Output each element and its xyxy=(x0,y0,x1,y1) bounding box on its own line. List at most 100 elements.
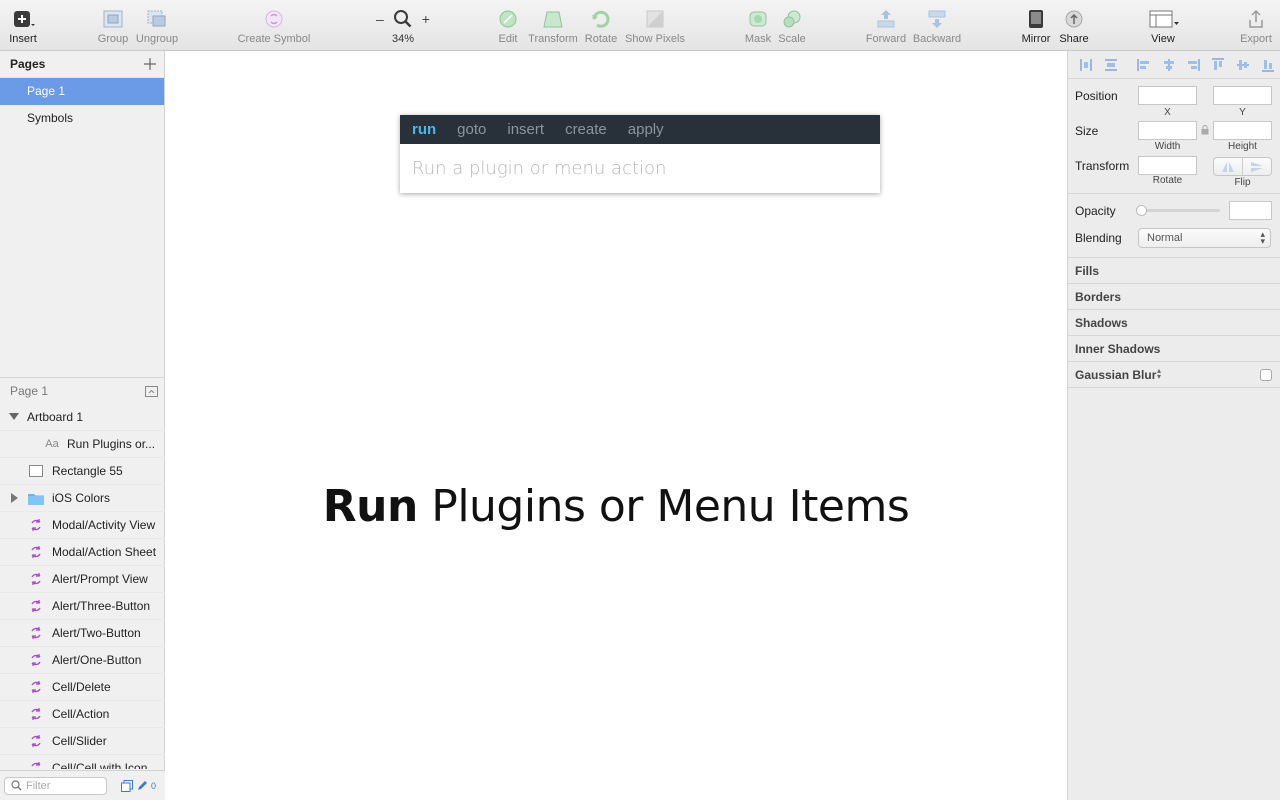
disclosure-closed-icon[interactable] xyxy=(11,493,19,503)
mask-button[interactable]: Mask xyxy=(742,6,774,48)
runner-tab-run[interactable]: run xyxy=(412,121,436,138)
create-symbol-button[interactable]: Create Symbol xyxy=(236,6,312,48)
layer-row-text[interactable]: Aa Run Plugins or... xyxy=(0,431,165,458)
flip-vertical-icon[interactable] xyxy=(1243,158,1271,175)
export-button[interactable]: Export xyxy=(1238,6,1274,48)
symbol-icon xyxy=(28,544,44,560)
zoom-out-button[interactable]: – xyxy=(376,11,384,27)
symbol-icon xyxy=(28,706,44,722)
layer-row-folder[interactable]: iOS Colors xyxy=(0,485,165,512)
filter-bar: 0 xyxy=(0,770,165,800)
opacity-slider-knob[interactable] xyxy=(1136,205,1147,216)
layer-label: Rectangle 55 xyxy=(52,464,123,478)
filter-field xyxy=(4,776,107,795)
fills-section[interactable]: Fills xyxy=(1075,264,1099,278)
ungroup-button[interactable]: Ungroup xyxy=(135,6,179,48)
transform-button[interactable]: Transform xyxy=(526,6,580,48)
page-item-symbols[interactable]: Symbols xyxy=(0,105,164,132)
layer-row-symbol[interactable]: Alert/Prompt View xyxy=(0,566,165,593)
filter-input[interactable] xyxy=(26,779,96,792)
align-middle-v-icon[interactable] xyxy=(1231,55,1256,75)
layer-row-symbol[interactable]: Cell/Delete xyxy=(0,674,165,701)
backward-button[interactable]: Backward xyxy=(911,6,963,48)
y-field[interactable] xyxy=(1213,86,1272,105)
lock-icon[interactable] xyxy=(1201,125,1209,135)
canvas[interactable]: run goto insert create apply Run Plugins… xyxy=(165,51,1067,800)
runner-tab-goto[interactable]: goto xyxy=(457,121,486,138)
layer-row-symbol[interactable]: Alert/One-Button xyxy=(0,647,165,674)
add-page-icon[interactable] xyxy=(144,58,156,70)
blending-select[interactable]: Normal ▴ ▾ xyxy=(1138,228,1271,248)
divider xyxy=(1068,257,1280,258)
x-field[interactable] xyxy=(1138,86,1197,105)
opacity-slider[interactable] xyxy=(1136,205,1220,216)
scale-button[interactable]: Scale xyxy=(776,6,808,48)
distribute-horizontal-icon[interactable] xyxy=(1074,55,1099,75)
symbol-icon xyxy=(28,679,44,695)
flip-control xyxy=(1213,157,1272,176)
runner-tab-insert[interactable]: insert xyxy=(507,121,544,138)
create-symbol-icon xyxy=(265,10,283,28)
group-label: Group xyxy=(97,33,129,45)
divider xyxy=(1068,387,1280,388)
distribute-vertical-icon[interactable] xyxy=(1099,55,1124,75)
align-right-icon[interactable] xyxy=(1181,55,1206,75)
zoom-in-button[interactable]: + xyxy=(422,11,430,27)
layer-row-symbol[interactable]: Alert/Two-Button xyxy=(0,620,165,647)
runner-search-input[interactable] xyxy=(412,158,862,179)
symbol-icon xyxy=(28,598,44,614)
insert-button[interactable]: Insert xyxy=(4,6,42,48)
runner-tab-create[interactable]: create xyxy=(565,121,607,138)
align-bottom-icon[interactable] xyxy=(1255,55,1280,75)
align-left-icon[interactable] xyxy=(1132,55,1157,75)
layer-row-symbol[interactable]: Modal/Activity View xyxy=(0,512,165,539)
backward-label: Backward xyxy=(912,33,962,45)
layer-row-symbol[interactable]: Cell/Slider xyxy=(0,728,165,755)
blur-type-chevron-icon[interactable]: ▴ ▾ xyxy=(1157,367,1161,381)
opacity-field[interactable] xyxy=(1229,201,1272,220)
width-field[interactable] xyxy=(1138,121,1197,140)
layer-row-symbol[interactable]: Modal/Action Sheet xyxy=(0,539,165,566)
layer-row-artboard[interactable]: Artboard 1 xyxy=(0,404,165,431)
export-label: Export xyxy=(1240,33,1272,45)
layer-row-symbol[interactable]: Alert/Three-Button xyxy=(0,593,165,620)
layer-row-symbol[interactable]: Cell/Action xyxy=(0,701,165,728)
divider xyxy=(1068,361,1280,362)
group-button[interactable]: Group xyxy=(96,6,130,48)
gaussian-blur-checkbox[interactable] xyxy=(1260,369,1272,381)
share-button[interactable]: Share xyxy=(1057,6,1091,48)
forward-button[interactable]: Forward xyxy=(864,6,908,48)
runner-tab-apply[interactable]: apply xyxy=(628,121,664,138)
align-top-icon[interactable] xyxy=(1206,55,1231,75)
shadows-section[interactable]: Shadows xyxy=(1075,316,1128,330)
layer-label: Alert/Three-Button xyxy=(52,599,151,613)
height-field[interactable] xyxy=(1213,121,1272,140)
rotate-button[interactable]: Rotate xyxy=(584,6,618,48)
gaussian-blur-section[interactable]: Gaussian Blur xyxy=(1075,368,1156,382)
page-item-page-1[interactable]: Page 1 xyxy=(0,78,164,105)
mirror-button[interactable]: Mirror xyxy=(1018,6,1054,48)
layer-row-rectangle[interactable]: Rectangle 55 xyxy=(0,458,165,485)
edit-button[interactable]: Edit xyxy=(494,6,522,48)
x-label: X xyxy=(1164,107,1171,118)
inner-shadows-section[interactable]: Inner Shadows xyxy=(1075,342,1160,356)
collapse-pages-icon[interactable] xyxy=(145,385,158,397)
align-center-h-icon[interactable] xyxy=(1156,55,1181,75)
disclosure-open-icon[interactable] xyxy=(9,409,19,425)
rotate-field[interactable] xyxy=(1138,156,1197,175)
layer-row-symbol[interactable]: Cell/Cell with Icon xyxy=(0,755,165,769)
borders-section[interactable]: Borders xyxy=(1075,290,1121,304)
runner-tabs: run goto insert create apply xyxy=(400,115,880,144)
flip-horizontal-icon[interactable] xyxy=(1214,158,1243,175)
forward-icon xyxy=(877,10,895,28)
pencil-icon[interactable] xyxy=(136,780,148,792)
zoom-level: 34% xyxy=(391,33,415,45)
mask-label: Mask xyxy=(744,33,772,45)
symbols-filter-icon[interactable] xyxy=(121,779,133,792)
show-pixels-button[interactable]: Show Pixels xyxy=(624,6,686,48)
folder-icon xyxy=(28,490,44,506)
view-button[interactable]: View xyxy=(1144,6,1182,48)
pages-header: Pages xyxy=(0,51,164,78)
divider xyxy=(1068,309,1280,310)
blending-label: Blending xyxy=(1075,231,1122,245)
